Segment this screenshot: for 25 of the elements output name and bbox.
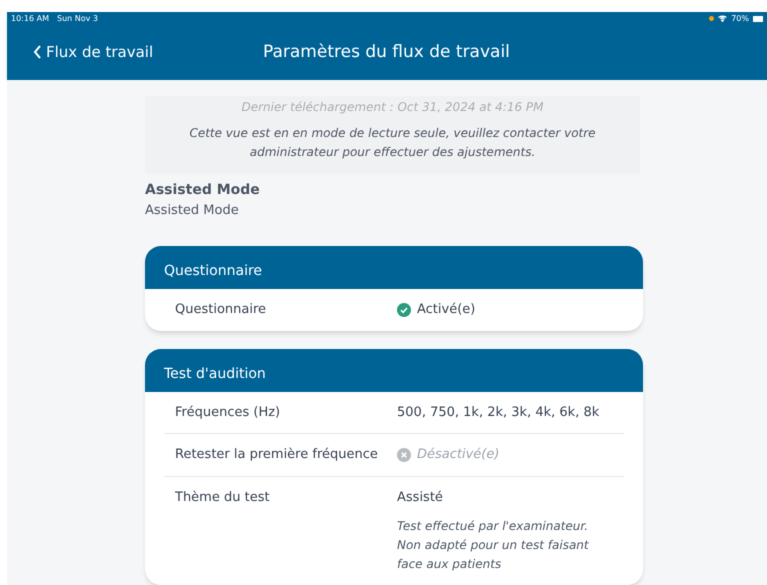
x-circle-icon bbox=[397, 448, 411, 462]
setting-label: Thème du test bbox=[175, 488, 271, 506]
section-header: Test d'audition bbox=[145, 348, 643, 392]
battery-icon bbox=[753, 16, 763, 22]
wifi-icon bbox=[718, 15, 728, 22]
mode-value: Assisted Mode bbox=[145, 202, 240, 220]
setting-label: Retester la première fréquence bbox=[175, 446, 379, 464]
section-header: Questionnaire bbox=[145, 246, 643, 289]
last-download-text: Dernier téléchargement : Oct 31, 2024 at 4:16 PM bbox=[241, 98, 544, 116]
status-time: 10:16 AM bbox=[11, 12, 49, 24]
status-value: Activé(e) bbox=[397, 300, 476, 320]
back-button[interactable]: Flux de travail bbox=[33, 41, 154, 64]
read-only-message: Cette vue est en en mode de lecture seule, veuillez contacter votre administrateur pour effectuer des ajustements. bbox=[188, 124, 597, 160]
status-date: Sun Nov 3 bbox=[56, 12, 98, 24]
chevron-left-icon bbox=[33, 45, 42, 60]
setting-label: Questionnaire bbox=[175, 301, 268, 319]
status-value: Désactivé(e) bbox=[397, 445, 500, 464]
setting-label: Fréquences (Hz) bbox=[175, 404, 282, 422]
setting-value: 500, 750, 1k, 2k, 3k, 4k, 6k, 8k bbox=[397, 404, 600, 422]
battery-level: 70% bbox=[731, 12, 749, 24]
setting-note: Test effectué par l'examinateur. Non adapté pour un test faisant face aux patients bbox=[397, 518, 590, 573]
check-circle-icon bbox=[397, 302, 411, 317]
page-title: Paramètres du flux de travail bbox=[263, 40, 510, 64]
mode-title: Assisted Mode bbox=[145, 180, 261, 200]
setting-value: Assisté bbox=[397, 488, 444, 506]
